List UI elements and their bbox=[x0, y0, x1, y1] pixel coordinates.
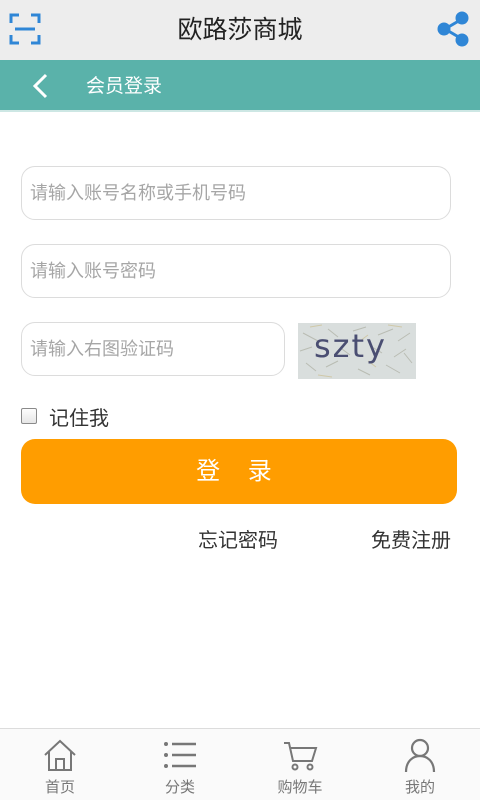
chevron-left-icon[interactable] bbox=[28, 72, 54, 100]
captcha-image[interactable]: szty bbox=[298, 323, 416, 379]
share-icon[interactable] bbox=[435, 11, 471, 47]
cart-icon bbox=[284, 742, 318, 771]
tab-cart[interactable]: 购物车 bbox=[240, 729, 360, 801]
account-input[interactable] bbox=[21, 166, 451, 220]
top-bar: 欧路莎商城 bbox=[0, 0, 480, 60]
tab-category-label: 分类 bbox=[164, 778, 195, 796]
tab-mine[interactable]: 我的 bbox=[360, 729, 480, 801]
captcha-text: szty bbox=[314, 327, 387, 365]
app-title: 欧路莎商城 bbox=[177, 15, 303, 44]
login-button[interactable]: 登 录 bbox=[21, 439, 457, 504]
register-link[interactable]: 免费注册 bbox=[371, 526, 451, 554]
tab-category[interactable]: 分类 bbox=[120, 729, 240, 801]
sub-header: 会员登录 bbox=[0, 60, 480, 112]
tab-home[interactable]: 首页 bbox=[0, 729, 120, 801]
user-icon bbox=[404, 738, 436, 773]
page-title: 会员登录 bbox=[86, 75, 163, 97]
password-input[interactable] bbox=[21, 244, 451, 298]
remember-label: 记住我 bbox=[49, 405, 109, 430]
forgot-password-link[interactable]: 忘记密码 bbox=[198, 526, 278, 554]
remember-me[interactable]: 记住我 bbox=[21, 402, 109, 430]
tab-cart-label: 购物车 bbox=[277, 778, 323, 796]
home-icon bbox=[44, 739, 76, 771]
tab-mine-label: 我的 bbox=[404, 778, 435, 796]
captcha-input[interactable] bbox=[21, 322, 285, 376]
bottom-tab-bar: 首页 分类 购物车 我的 bbox=[0, 728, 480, 800]
remember-checkbox[interactable] bbox=[21, 408, 37, 424]
tab-home-label: 首页 bbox=[44, 778, 75, 796]
list-icon bbox=[164, 742, 196, 768]
